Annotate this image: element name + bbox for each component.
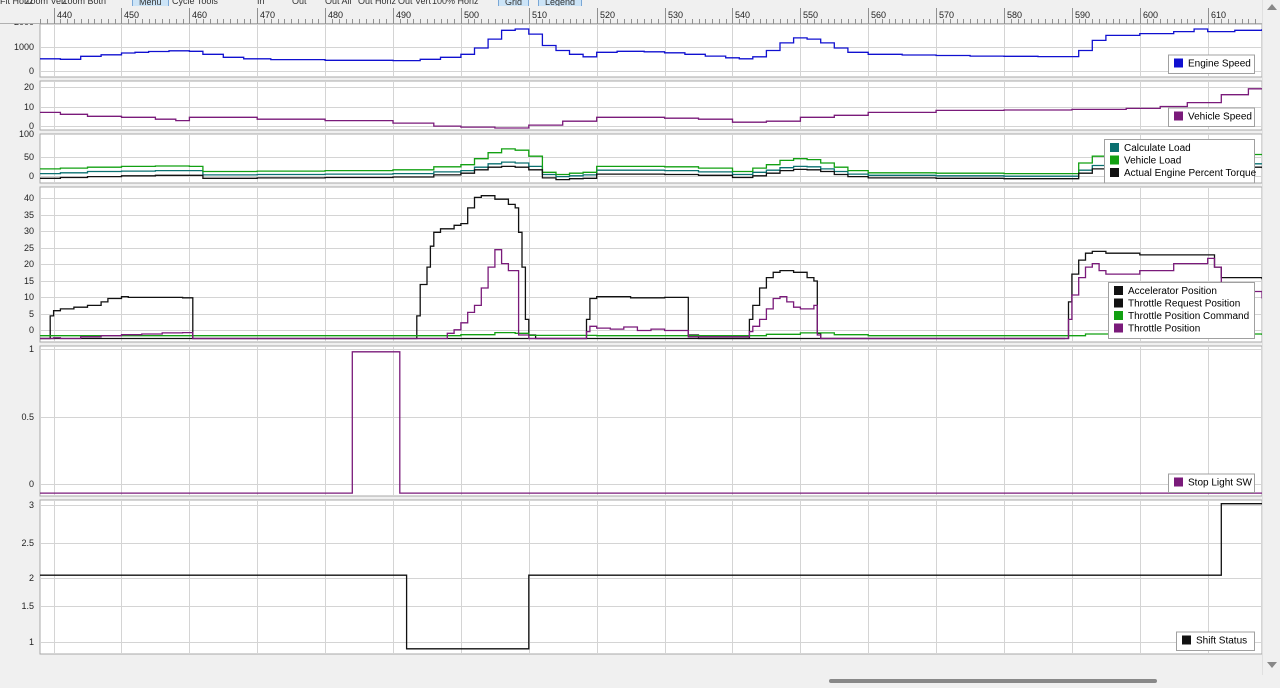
y-tick-label: 0 — [29, 66, 34, 76]
y-tick-label: 2000 — [14, 24, 34, 27]
x-tick-label: 460 — [192, 10, 207, 20]
scrollbar-corner — [1262, 675, 1280, 688]
legend-swatch — [1174, 111, 1183, 121]
legend-swatch — [1110, 168, 1119, 177]
x-tick-label: 550 — [803, 10, 818, 20]
y-tick-label: 20 — [24, 82, 34, 92]
x-tick-label: 580 — [1007, 10, 1022, 20]
legend-swatch — [1110, 143, 1119, 152]
y-tick-label: 1 — [29, 637, 34, 647]
panel-stop: 1 0.5 0 Stop Light SW — [21, 344, 1262, 497]
legend-label: Throttle Position — [1128, 324, 1200, 335]
y-tick-label: 100 — [19, 129, 34, 139]
y-tick-label: 0 — [29, 171, 34, 181]
y-tick-label: 2.5 — [21, 538, 34, 548]
y-tick-label: 1.5 — [21, 601, 34, 611]
x-tick-label: 530 — [668, 10, 683, 20]
y-tick-label: 15 — [24, 276, 34, 286]
legend-swatch — [1174, 58, 1183, 68]
x-tick-label: 510 — [532, 10, 547, 20]
chart-area: 200010000Engine Speed20100Vehicle Speed1… — [14, 24, 1262, 655]
legend-label: Throttle Request Position — [1128, 299, 1240, 310]
legend-throttle: Accelerator Position Throttle Request Pos… — [1108, 282, 1255, 339]
legend-label: Calculate Load — [1124, 143, 1191, 154]
panel-background — [39, 80, 1262, 131]
x-tick-label: 470 — [260, 10, 275, 20]
y-tick-label: 0 — [29, 325, 34, 335]
x-axis-ruler: 440 450 460 470 480 490 500 510 520 530 540 550 560 5… — [0, 6, 1262, 24]
panel-background — [39, 499, 1262, 655]
legend-swatch — [1114, 311, 1123, 320]
legend-engine: Engine Speed — [1168, 54, 1255, 74]
x-tick-label: 540 — [735, 10, 750, 20]
legend-label: Shift Status — [1196, 636, 1247, 647]
legend-label: Accelerator Position — [1128, 286, 1217, 297]
legend-swatch — [1174, 477, 1183, 487]
scroll-thumb[interactable] — [829, 679, 1157, 683]
legend-swatch — [1182, 635, 1191, 645]
x-tick-label: 570 — [939, 10, 954, 20]
legend-shift: Shift Status — [1176, 631, 1255, 651]
legend-label: Throttle Position Command — [1128, 311, 1249, 322]
y-tick-label: 35 — [24, 210, 34, 220]
legend-load: Calculate Load Vehicle LoadActual Engine … — [1104, 139, 1257, 184]
panel-vspeed: 20100Vehicle Speed — [24, 80, 1262, 131]
legend-label: Vehicle Speed — [1188, 112, 1252, 123]
panel-throttle: 40 35 30 25 20 15 10 5 0 Accelerator Position Thro… — [24, 186, 1262, 343]
x-tick-label: 500 — [464, 10, 479, 20]
legend-label: Vehicle Load — [1124, 156, 1181, 167]
x-tick-label: 450 — [124, 10, 139, 20]
y-tick-label: 0.5 — [21, 412, 34, 422]
y-tick-label: 50 — [24, 152, 34, 162]
y-tick-label: 10 — [24, 102, 34, 112]
legend-label: Stop Light SW — [1188, 478, 1252, 489]
x-tick-label: 480 — [328, 10, 343, 20]
panel-shift: 3 2.5 2 1.5 1 Shift Status — [21, 499, 1262, 655]
y-tick-label: 30 — [24, 226, 34, 236]
y-tick-label: 10 — [24, 292, 34, 302]
legend-swatch — [1114, 286, 1123, 295]
x-tick-label: 520 — [600, 10, 615, 20]
panel-load: 100 50 0 Calculate Load Vehicle LoadActual E… — [19, 129, 1262, 184]
y-tick-label: 5 — [29, 309, 34, 319]
vertical-scrollbar[interactable] — [1262, 0, 1280, 675]
horizontal-scrollbar[interactable] — [0, 675, 1262, 688]
y-tick-label: 1 — [29, 344, 34, 354]
x-tick-label: 600 — [1143, 10, 1158, 20]
y-tick-label: 20 — [24, 259, 34, 269]
panel-engine: 2000 1000 0 Engine Speed — [14, 24, 1262, 78]
y-tick-label: 25 — [24, 243, 34, 253]
y-tick-label: 40 — [24, 193, 34, 203]
x-tick-label: 560 — [871, 10, 886, 20]
x-tick-label: 610 — [1211, 10, 1226, 20]
y-tick-label: 2 — [29, 573, 34, 583]
legend-vspeed: Vehicle Speed — [1168, 107, 1255, 127]
x-tick-label: 490 — [396, 10, 411, 20]
legend-swatch — [1110, 155, 1119, 165]
legend-swatch — [1114, 298, 1123, 308]
scroll-down-icon[interactable] — [1267, 662, 1277, 668]
legend-swatch — [1114, 323, 1123, 333]
legend-label: Engine Speed — [1188, 59, 1251, 70]
panel-background — [39, 345, 1262, 497]
x-tick-label: 590 — [1075, 10, 1090, 20]
y-tick-label: 0 — [29, 479, 34, 489]
legend-stop: Stop Light SW — [1168, 473, 1255, 493]
scroll-up-icon[interactable] — [1267, 4, 1277, 10]
y-tick-label: 1000 — [14, 42, 34, 52]
legend-label: Actual Engine Percent Torque — [1124, 168, 1257, 179]
y-tick-label: 3 — [29, 500, 34, 510]
x-tick-label: 440 — [57, 10, 72, 20]
